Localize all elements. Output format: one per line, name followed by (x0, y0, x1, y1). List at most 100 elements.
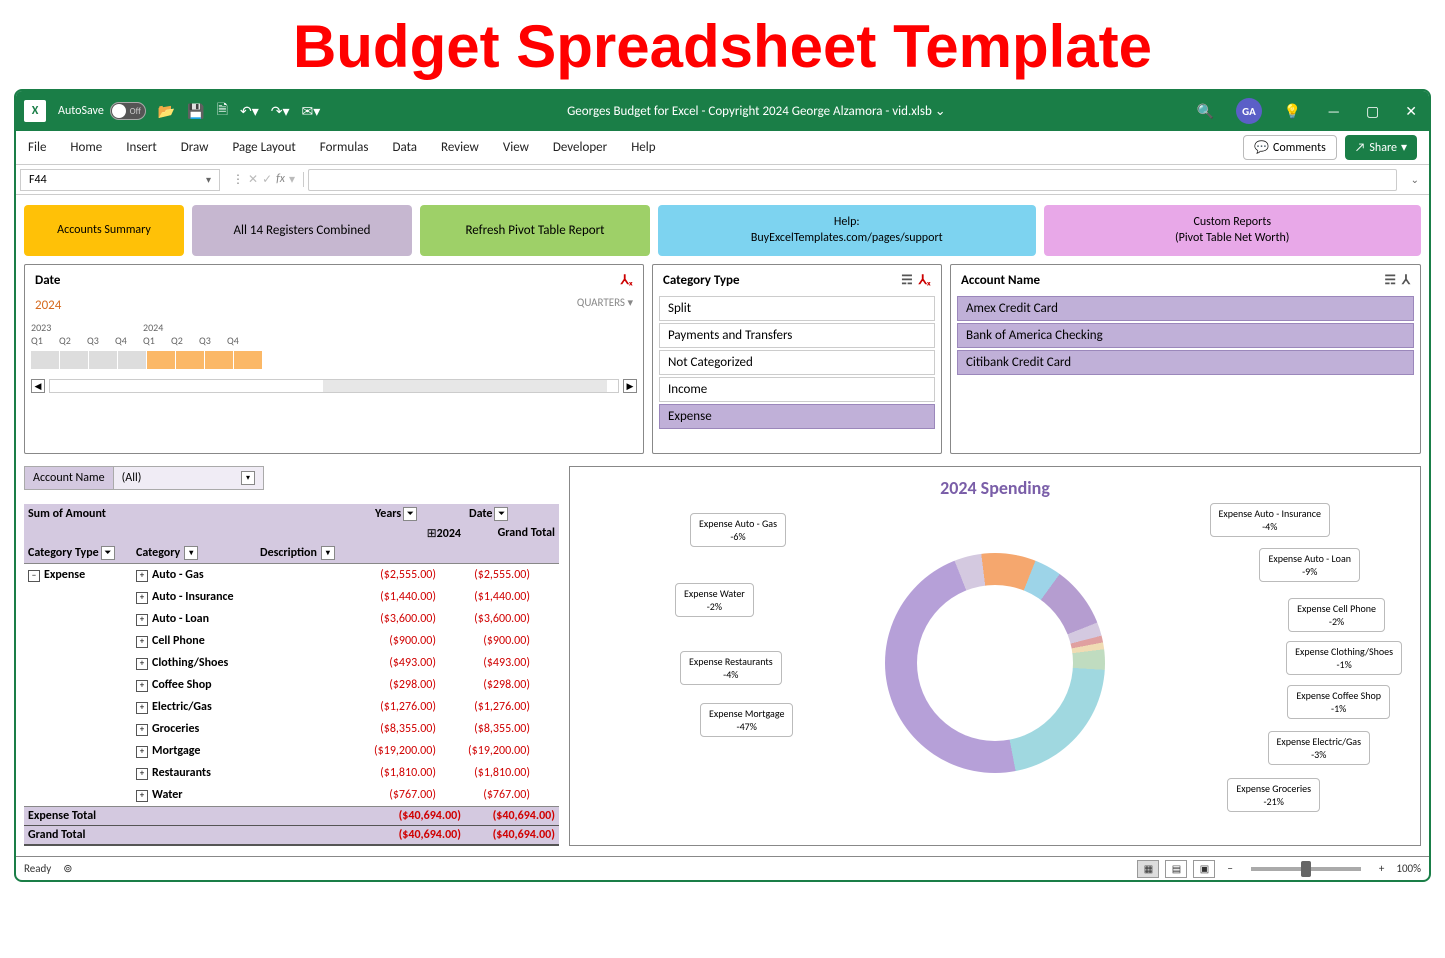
slicer-item[interactable]: Income (659, 377, 935, 402)
pivot-year-value[interactable]: ⊞2024 (371, 524, 465, 543)
filter-icon[interactable]: ⏷ (494, 507, 508, 521)
expand-icon[interactable]: + (136, 680, 148, 692)
label-coffee: Expense Coffee Shop-1% (1287, 685, 1390, 719)
timeline-scrollbar[interactable]: ◀ ▶ (31, 379, 637, 393)
pivot-date-header[interactable]: Date⏷ (465, 504, 559, 524)
multi-select-icon[interactable]: ☴ (1384, 273, 1396, 288)
nav-registers-combined[interactable]: All 14 Registers Combined (192, 205, 412, 256)
view-page-break-icon[interactable]: ▣ (1193, 860, 1215, 878)
minimize-button[interactable]: — (1323, 103, 1344, 120)
saveas-icon[interactable]: 🗎 (217, 99, 228, 123)
tab-data[interactable]: Data (393, 140, 418, 155)
timeline-slicer[interactable]: Date ⅄ₓ 2024 QUARTERS ▾ 2023 Q1Q2Q3Q4 20… (24, 264, 644, 454)
tab-developer[interactable]: Developer (553, 140, 607, 155)
filter-value[interactable]: (All)▾ (114, 467, 263, 489)
expand-icon[interactable]: + (136, 614, 148, 626)
tab-page-layout[interactable]: Page Layout (232, 140, 295, 155)
title-dropdown-icon[interactable]: ⌄ (935, 104, 946, 119)
expand-icon[interactable]: + (136, 702, 148, 714)
tab-home[interactable]: Home (70, 140, 102, 155)
scroll-left-icon[interactable]: ◀ (31, 379, 45, 393)
sort-icon[interactable]: ⋮ (232, 172, 244, 187)
redo-icon[interactable]: ↷▾ (271, 103, 290, 120)
mail-icon[interactable]: ✉▾ (302, 103, 321, 120)
zoom-level[interactable]: 100% (1396, 862, 1421, 875)
account-name-slicer[interactable]: Account Name ☴ ⅄ Amex Credit CardBank of… (950, 264, 1421, 454)
timeline-blocks[interactable] (31, 351, 637, 369)
category-type-slicer[interactable]: Category Type ☴ ⅄ₓ SplitPayments and Tra… (652, 264, 942, 454)
label-cell: Expense Cell Phone-2% (1288, 598, 1385, 632)
user-avatar[interactable]: GA (1236, 98, 1262, 124)
clear-filter-icon[interactable]: ⅄ (1402, 273, 1410, 288)
clear-filter-icon[interactable]: ⅄ₓ (919, 273, 931, 288)
slicer-item[interactable]: Bank of America Checking (957, 323, 1414, 348)
nav-accounts-summary[interactable]: Accounts Summary (24, 205, 184, 256)
report-filter[interactable]: Account Name (All)▾ (24, 466, 264, 490)
close-button[interactable]: ✕ (1401, 103, 1421, 120)
slicer-item[interactable]: Not Categorized (659, 350, 935, 375)
expand-icon[interactable]: + (136, 592, 148, 604)
expand-icon[interactable]: + (136, 636, 148, 648)
slicer-item[interactable]: Split (659, 296, 935, 321)
view-page-layout-icon[interactable]: ▤ (1165, 860, 1187, 878)
spending-chart[interactable]: 2024 Spending Expense Auto - Gas-6% Expe… (569, 466, 1421, 846)
zoom-out-button[interactable]: − (1221, 862, 1238, 875)
clear-filter-icon[interactable]: ⅄ₓ (621, 273, 633, 288)
undo-icon[interactable]: ↶▾ (240, 103, 259, 120)
name-box[interactable]: F44▾ (20, 169, 220, 191)
toggle-off-icon[interactable]: Off (110, 102, 146, 120)
open-icon[interactable]: 📂 (158, 103, 175, 120)
lightbulb-icon[interactable]: 💡 (1280, 103, 1305, 120)
collapse-icon[interactable]: − (28, 570, 40, 582)
save-icon[interactable]: 💾 (187, 103, 204, 120)
maximize-button[interactable]: ▢ (1362, 103, 1383, 120)
nav-refresh-pivot[interactable]: Refresh Pivot Table Report (420, 205, 650, 256)
formula-input[interactable] (308, 169, 1397, 191)
timeline-period-dropdown[interactable]: QUARTERS ▾ (577, 296, 637, 315)
formula-expand-icon[interactable]: ⌄ (1401, 173, 1429, 186)
col-category-type[interactable]: Category Type⏷ (24, 543, 132, 563)
nav-custom-reports[interactable]: Custom Reports (Pivot Table Net Worth) (1044, 205, 1422, 256)
expand-icon[interactable]: + (136, 724, 148, 736)
slicer-item[interactable]: Amex Credit Card (957, 296, 1414, 321)
tab-draw[interactable]: Draw (181, 140, 209, 155)
acct-slicer-title: Account Name (961, 273, 1040, 288)
fx-icon[interactable]: fx (276, 172, 285, 187)
accessibility-icon[interactable]: ⊚ (63, 862, 72, 875)
expand-icon[interactable]: + (136, 790, 148, 802)
tab-insert[interactable]: Insert (126, 140, 157, 155)
scroll-right-icon[interactable]: ▶ (623, 379, 637, 393)
fb-chevron-icon[interactable]: ▾ (289, 172, 295, 187)
slicer-item[interactable]: Payments and Transfers (659, 323, 935, 348)
tab-file[interactable]: File (28, 140, 46, 155)
enter-icon[interactable]: ✓ (262, 172, 272, 187)
tab-view[interactable]: View (503, 140, 529, 155)
zoom-slider[interactable] (1251, 867, 1361, 871)
col-category[interactable]: Category▾ (132, 543, 256, 563)
slicer-item[interactable]: Citibank Credit Card (957, 350, 1414, 375)
zoom-in-button[interactable]: + (1373, 862, 1390, 875)
window-title: Georges Budget for Excel - Copyright 202… (320, 104, 1192, 119)
expand-icon[interactable]: + (136, 570, 148, 582)
share-button[interactable]: ↗Share ▾ (1345, 135, 1417, 160)
tab-help[interactable]: Help (631, 140, 655, 155)
expand-icon[interactable]: + (136, 746, 148, 758)
comments-button[interactable]: 💬Comments (1243, 135, 1337, 160)
tab-review[interactable]: Review (441, 140, 479, 155)
cancel-icon[interactable]: ✕ (248, 172, 258, 187)
filter-icon[interactable]: ⏷ (403, 507, 417, 521)
multi-select-icon[interactable]: ☴ (901, 273, 913, 288)
scroll-track[interactable] (49, 379, 619, 393)
slicer-item[interactable]: Expense (659, 404, 935, 429)
search-icon[interactable]: 🔍 (1192, 103, 1217, 120)
expand-icon[interactable]: + (136, 768, 148, 780)
label-water: Expense Water-2% (675, 583, 754, 617)
nav-help[interactable]: Help: BuyExcelTemplates.com/pages/suppor… (658, 205, 1036, 256)
chevron-down-icon[interactable]: ▾ (206, 173, 211, 186)
expand-icon[interactable]: + (136, 658, 148, 670)
autosave-toggle[interactable]: AutoSave Off (58, 102, 146, 120)
tab-formulas[interactable]: Formulas (320, 140, 369, 155)
col-description[interactable]: Description▾ (256, 543, 346, 563)
view-normal-icon[interactable]: ▦ (1137, 860, 1159, 878)
pivot-years-header[interactable]: Years⏷ (371, 504, 465, 524)
